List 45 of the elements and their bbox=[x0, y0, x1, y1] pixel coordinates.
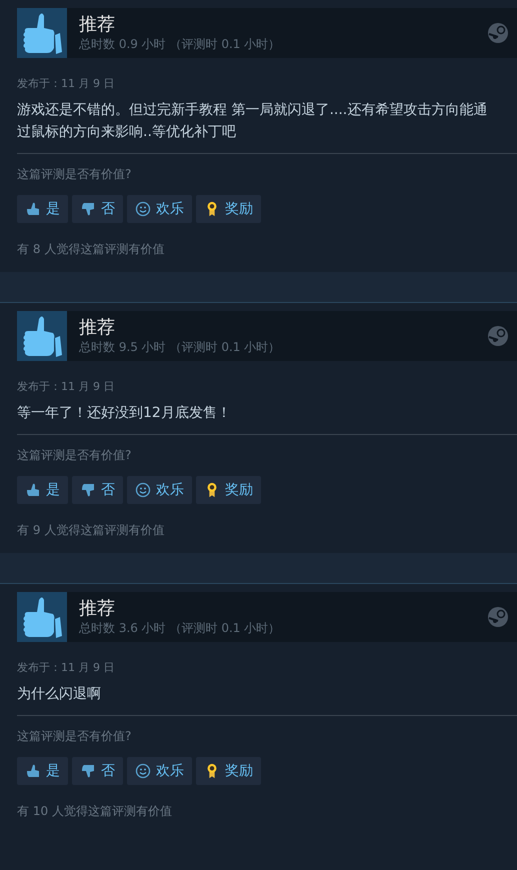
award-button[interactable]: 奖励 bbox=[196, 757, 261, 785]
steam-logo-icon bbox=[487, 606, 509, 628]
award-button[interactable]: 奖励 bbox=[196, 476, 261, 504]
award-button[interactable]: 奖励 bbox=[196, 195, 261, 223]
review-verdict: 推荐 bbox=[79, 14, 116, 36]
steam-logo-icon bbox=[487, 22, 509, 44]
thumbs-up-icon bbox=[17, 311, 67, 361]
yes-button[interactable]: 是 bbox=[17, 757, 68, 785]
helpful-count: 有 8 人觉得这篇评测有价值 bbox=[17, 241, 166, 258]
funny-button[interactable]: 欢乐 bbox=[127, 476, 192, 504]
playtime-text: 总时数 0.9 小时 （评测时 0.1 小时） bbox=[79, 36, 282, 52]
funny-button[interactable]: 欢乐 bbox=[127, 195, 192, 223]
yes-button[interactable]: 是 bbox=[17, 476, 68, 504]
review-verdict: 推荐 bbox=[79, 317, 116, 339]
playtime-text: 总时数 3.6 小时 （评测时 0.1 小时） bbox=[79, 620, 282, 636]
smiley-icon bbox=[135, 482, 151, 498]
yes-button[interactable]: 是 bbox=[17, 195, 68, 223]
review-text: 为什么闪退啊 bbox=[17, 685, 102, 704]
thumbs-down-icon bbox=[80, 201, 96, 217]
review-text: 等一年了！还好没到12月底发售！ bbox=[17, 404, 232, 423]
thumbs-up-icon bbox=[17, 8, 67, 58]
thumbs-down-icon bbox=[80, 763, 96, 779]
thumbs-up-icon bbox=[17, 592, 67, 642]
posted-date: 发布于：11 月 9 日 bbox=[17, 76, 116, 91]
thumbs-up-icon bbox=[25, 201, 41, 217]
funny-button[interactable]: 欢乐 bbox=[127, 757, 192, 785]
thumbs-down-icon bbox=[80, 482, 96, 498]
no-button[interactable]: 否 bbox=[72, 476, 123, 504]
no-button[interactable]: 否 bbox=[72, 195, 123, 223]
helpful-question: 这篇评测是否有价值? bbox=[17, 166, 132, 183]
steam-logo-icon bbox=[487, 325, 509, 347]
smiley-icon bbox=[135, 201, 151, 217]
thumbs-up-icon bbox=[25, 763, 41, 779]
no-button[interactable]: 否 bbox=[72, 757, 123, 785]
playtime-text: 总时数 9.5 小时 （评测时 0.1 小时） bbox=[79, 339, 282, 355]
helpful-count: 有 9 人觉得这篇评测有价值 bbox=[17, 522, 166, 539]
helpful-question: 这篇评测是否有价值? bbox=[17, 728, 132, 745]
helpful-question: 这篇评测是否有价值? bbox=[17, 447, 132, 464]
thumbs-up-icon bbox=[25, 482, 41, 498]
posted-date: 发布于：11 月 9 日 bbox=[17, 660, 116, 675]
smiley-icon bbox=[135, 763, 151, 779]
review-text: 游戏还是不错的。但过完新手教程 第一局就闪退了....还有希望攻击方向能通过鼠标的方向来影响..等优化补丁吧 bbox=[17, 101, 488, 142]
posted-date: 发布于：11 月 9 日 bbox=[17, 379, 116, 394]
review-verdict: 推荐 bbox=[79, 598, 116, 620]
helpful-count: 有 10 人觉得这篇评测有价值 bbox=[17, 803, 173, 820]
